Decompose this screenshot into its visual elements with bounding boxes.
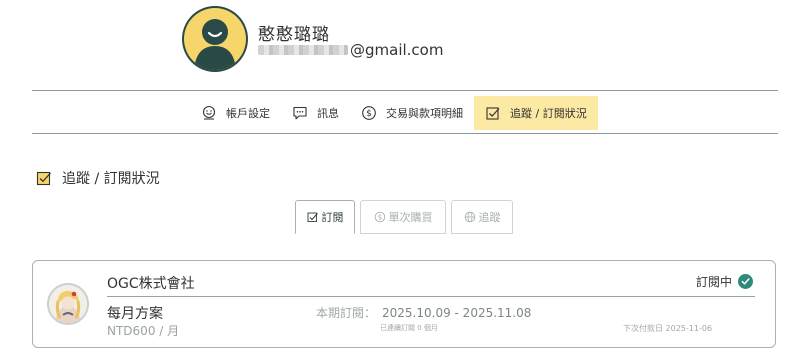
tab-single-purchase[interactable]: $ 單次購買 <box>360 200 446 234</box>
nav-item-label: 帳戶設定 <box>226 107 270 120</box>
checkbox-icon <box>307 211 319 223</box>
nav-divider-bottom <box>32 133 778 134</box>
company-name: OGC株式會社 <box>107 276 195 292</box>
status-label: 訂閱中 <box>695 275 732 289</box>
nav-item-messages[interactable]: 訊息 <box>281 96 350 130</box>
nav-divider-top <box>32 90 778 91</box>
tab-label: 單次購買 <box>388 211 433 224</box>
consecutive-months: 已連續訂閱 0 個月 <box>380 324 438 332</box>
account-nav: 帳戶設定 訊息 $ 交易與款項明細 追蹤 / 訂閱狀況 <box>190 96 598 130</box>
nav-item-label: 交易與款項明細 <box>386 107 463 120</box>
person-silhouette-icon <box>194 19 236 70</box>
billing-period-value: 2025.10.09 - 2025.11.08 <box>382 306 532 320</box>
checkbox-icon <box>485 105 501 121</box>
svg-text:$: $ <box>366 109 372 119</box>
subscription-card[interactable]: OGC株式會社 訂閱中 每月方案 NTD600 / 月 本期訂閱： 2025.10… <box>32 260 776 348</box>
section-title-label: 追蹤 / 訂閱狀況 <box>62 171 160 187</box>
plan-name: 每月方案 <box>107 306 163 322</box>
tab-subscriptions[interactable]: 訂閱 <box>295 200 355 234</box>
tab-label: 追蹤 <box>478 211 501 224</box>
message-bubble-icon <box>292 105 308 121</box>
user-email: @gmail.com <box>258 41 443 59</box>
dollar-circle-icon: $ <box>361 105 377 121</box>
nav-item-subscriptions[interactable]: 追蹤 / 訂閱狀況 <box>474 96 598 130</box>
checkbox-icon <box>36 170 52 186</box>
billing-period: 本期訂閱： 2025.10.09 - 2025.11.08 <box>316 304 531 321</box>
card-divider <box>107 296 755 297</box>
billing-period-label: 本期訂閱： <box>316 306 377 320</box>
email-domain: @gmail.com <box>350 41 444 59</box>
nav-item-label: 追蹤 / 訂閱狀況 <box>510 107 587 120</box>
creator-avatar[interactable] <box>47 283 89 325</box>
nav-item-transactions[interactable]: $ 交易與款項明細 <box>350 96 474 130</box>
section-title: 追蹤 / 訂閱狀況 <box>36 168 160 188</box>
check-circle-icon <box>738 274 753 289</box>
next-payment-date: 下次付款日 2025-11-06 <box>623 324 713 333</box>
subscription-status: 訂閱中 <box>696 273 753 290</box>
svg-text:$: $ <box>377 213 381 221</box>
dollar-circle-icon: $ <box>374 211 386 223</box>
subscription-tabs: 訂閱 $ 單次購買 追蹤 <box>295 200 513 234</box>
nav-item-account-settings[interactable]: 帳戶設定 <box>190 96 281 130</box>
account-face-icon <box>201 105 217 121</box>
user-avatar[interactable] <box>182 6 248 72</box>
plan-price: NTD600 / 月 <box>107 324 180 338</box>
email-redacted <box>258 45 348 55</box>
tab-following[interactable]: 追蹤 <box>451 200 513 234</box>
tab-label: 訂閱 <box>321 211 344 224</box>
creator-avatar-image <box>49 285 87 323</box>
globe-icon <box>464 211 476 223</box>
nav-item-label: 訊息 <box>317 107 339 120</box>
